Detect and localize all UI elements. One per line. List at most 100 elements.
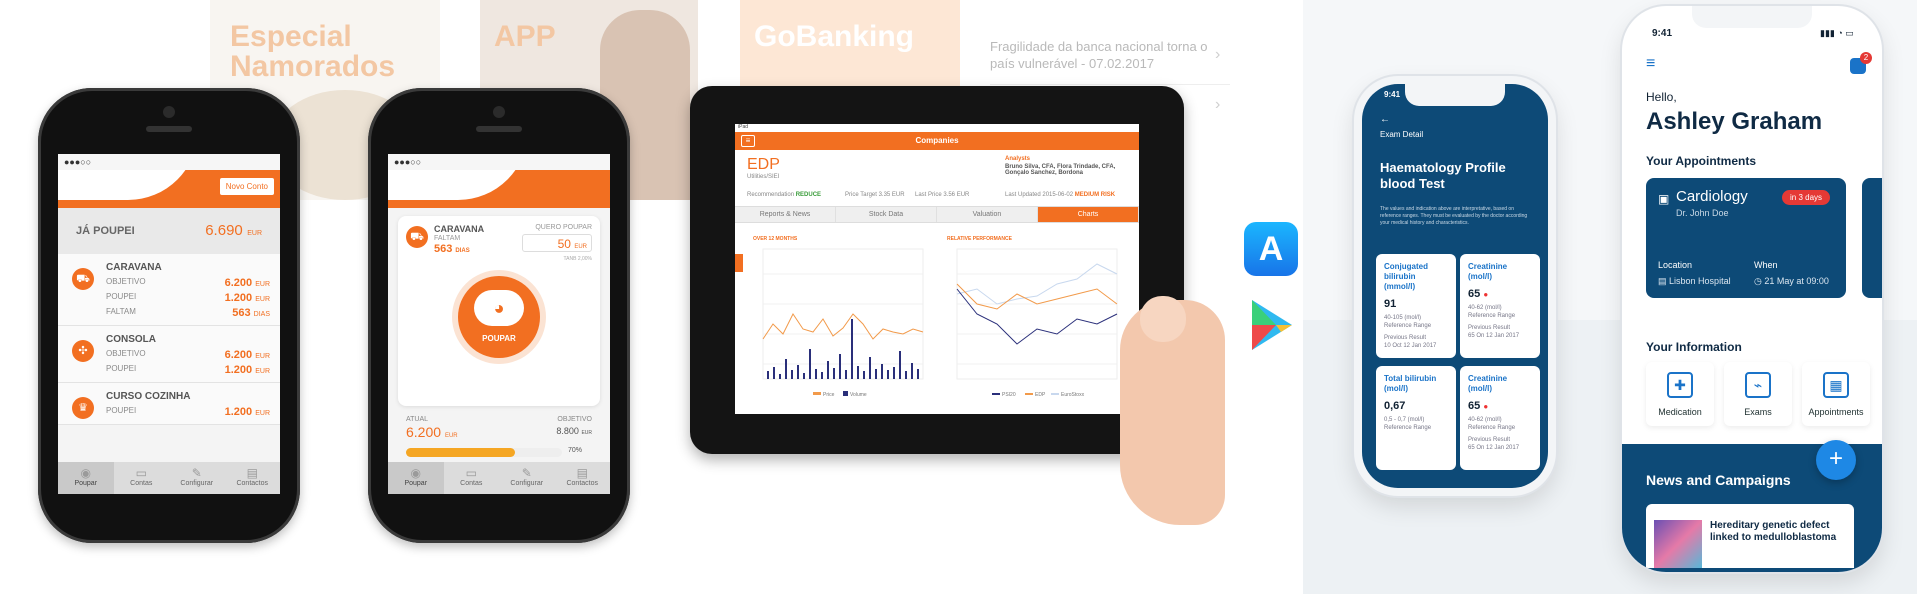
legend-eurostoxx-swatch: [1051, 393, 1059, 395]
news-line-1[interactable]: Fragilidade da banca nacional torna o: [990, 38, 1208, 55]
add-button[interactable]: +: [1816, 440, 1856, 480]
tab-stock-data[interactable]: Stock Data: [836, 207, 937, 222]
clock-icon: ◷: [1754, 276, 1762, 286]
news-line-2[interactable]: país vulnerável - 07.02.2017: [990, 55, 1154, 72]
gamepad-icon: ✣: [72, 340, 94, 362]
savings-item[interactable]: ♛ CURSO COZINHA POUPEI 1.200 EUR: [58, 383, 280, 425]
new-account-button[interactable]: Novo Conto: [219, 178, 274, 195]
tab-contas[interactable]: ▭ Contas: [114, 462, 170, 494]
want-unit: EUR: [574, 244, 587, 250]
result-value: 0,67: [1384, 400, 1406, 412]
volume-bar: [845, 370, 847, 379]
tab-poupar[interactable]: ◉ Poupar: [388, 462, 444, 494]
menu-icon[interactable]: ≡: [1646, 56, 1655, 72]
range-label: Reference Range: [1468, 425, 1516, 431]
appointments-title: Your Appointments: [1646, 154, 1756, 168]
app-store-icon[interactable]: A: [1244, 222, 1298, 276]
legend-psi20-swatch: [992, 393, 1000, 395]
exams-tile[interactable]: ⌁ Exams: [1724, 362, 1792, 426]
goal-sub: FALTAM: [434, 235, 461, 242]
tab-charts[interactable]: Charts: [1038, 207, 1139, 222]
medication-tile[interactable]: ✚ Medication: [1646, 362, 1714, 426]
tab-configurar[interactable]: ✎ Configurar: [169, 462, 225, 494]
volume-bar: [851, 319, 853, 379]
exam-screen: 9:41 ← Exam Detail Haematology Profile b…: [1362, 84, 1548, 488]
result-range: 40-62 (mol/l): [1468, 305, 1502, 311]
side-tab-handle[interactable]: [735, 254, 743, 272]
appointment-card[interactable]: ▣ Cardiology Dr. John Doe in 3 days Loca…: [1646, 178, 1846, 298]
piggy-icon: ◉: [410, 466, 421, 480]
chevron-right-icon[interactable]: ›: [1215, 96, 1220, 114]
tab-contactos[interactable]: ▤ Contactos: [555, 462, 611, 494]
save-button[interactable]: ◕ POUPAR: [458, 276, 540, 358]
tablet-screen: iPad ≡ Companies EDP Utilities/SIEI Reco…: [735, 124, 1139, 414]
volume-bar: [821, 372, 823, 379]
row-unit: EUR: [255, 353, 270, 360]
result-label: Conjugated bilirubin (mmol/l): [1384, 262, 1428, 291]
tab-label: Configurar: [180, 480, 214, 487]
tab-label: Contactos: [236, 480, 269, 487]
volume-bar: [809, 349, 811, 379]
tab-poupar[interactable]: ◉ Poupar: [58, 462, 114, 494]
previous-label: Previous Result: [1468, 325, 1511, 331]
tab-contas[interactable]: ▭ Contas: [444, 462, 500, 494]
row-value: 6.200: [224, 349, 253, 361]
news-card[interactable]: Hereditary genetic defect linked to medu…: [1646, 504, 1854, 568]
chevron-right-icon[interactable]: ›: [1215, 46, 1220, 64]
tab-label: Poupar: [74, 480, 98, 487]
recommendation: REDUCE: [795, 192, 822, 198]
save-label: POUPAR: [482, 334, 516, 343]
result-value: 65: [1468, 288, 1481, 300]
goal-days-unit: DIAS: [455, 248, 470, 254]
appointments-tile[interactable]: ▦ Appointments: [1802, 362, 1870, 426]
volume-bar: [887, 370, 889, 379]
rate: TANB 2,00%: [563, 256, 592, 262]
result-value: 65: [1468, 400, 1481, 412]
range-label: Reference Range: [1384, 323, 1432, 329]
result-card[interactable]: Creatinine (mol/l) 65 ● 40-62 (mol/l) Re…: [1460, 366, 1540, 470]
signal-icon: ▮▮▮ ◔ ▭: [1820, 28, 1854, 38]
time: 9:41: [1652, 28, 1673, 39]
caravan-icon: ⛟: [406, 226, 428, 248]
wrench-icon: ✎: [521, 466, 532, 480]
status-bar: ●●●○○: [58, 154, 280, 170]
row-unit: EUR: [255, 281, 270, 288]
previous-label: Previous Result: [1384, 335, 1427, 341]
result-card[interactable]: Creatinine (mol/l) 65 ● 40-62 (mol/l) Re…: [1460, 254, 1540, 358]
tab-bar: ◉ Poupar ▭ Contas ✎ Configurar ▤ Contactos: [388, 462, 610, 494]
save-amount-input[interactable]: 50 EUR: [522, 234, 592, 252]
tab-reports-news[interactable]: Reports & News: [735, 207, 836, 222]
volume-bar: [911, 363, 913, 379]
divider: [990, 84, 1230, 85]
analysts: Bruno Silva, CFA, Flora Trindade, CFA, G…: [1005, 164, 1116, 176]
back-arrow-icon[interactable]: ←: [1380, 114, 1390, 125]
row-unit: EUR: [255, 296, 270, 303]
legend-volume: Volume: [850, 392, 867, 398]
savings-item[interactable]: ⛟ CARAVANA OBJETIVO 6.200 EUR POUPEI 1.200…: [58, 254, 280, 326]
result-card[interactable]: Conjugated bilirubin (mmol/l) 91 40-105 …: [1376, 254, 1456, 358]
tab-valuation[interactable]: Valuation: [937, 207, 1038, 222]
tab-label: Configurar: [510, 480, 544, 487]
promo-title-line1: Especial: [230, 20, 352, 53]
status-bar: ●●●○○: [388, 154, 610, 170]
menu-icon[interactable]: ≡: [741, 135, 755, 147]
next-appointment-card[interactable]: [1862, 178, 1882, 298]
piggy-icon: ◉: [80, 466, 91, 480]
google-play-icon[interactable]: [1248, 298, 1296, 352]
thumb-image: [1140, 296, 1186, 342]
appointment-specialty: Cardiology: [1676, 188, 1748, 205]
goal-days: 563: [434, 243, 453, 255]
info-title: Your Information: [1646, 340, 1742, 354]
savings-item[interactable]: ✣ CONSOLA OBJETIVO 6.200 EUR POUPEI 1.200 …: [58, 326, 280, 383]
tab-configurar[interactable]: ✎ Configurar: [499, 462, 555, 494]
result-card[interactable]: Total bilirubin (mol/l) 0,67 0,5 - 0,7 (…: [1376, 366, 1456, 470]
tab-label: Poupar: [404, 480, 428, 487]
tab-contactos[interactable]: ▤ Contactos: [225, 462, 281, 494]
updated: Last Updated 2015-06-02: [1005, 192, 1074, 198]
recommendation-label: Recommendation: [747, 192, 795, 198]
chef-icon: ♛: [72, 397, 94, 419]
promo-title-gobanking: GoBanking: [754, 20, 915, 53]
volume-bar: [917, 369, 919, 379]
saved-value: 6.690: [205, 222, 243, 239]
previous-label: Previous Result: [1468, 437, 1511, 443]
